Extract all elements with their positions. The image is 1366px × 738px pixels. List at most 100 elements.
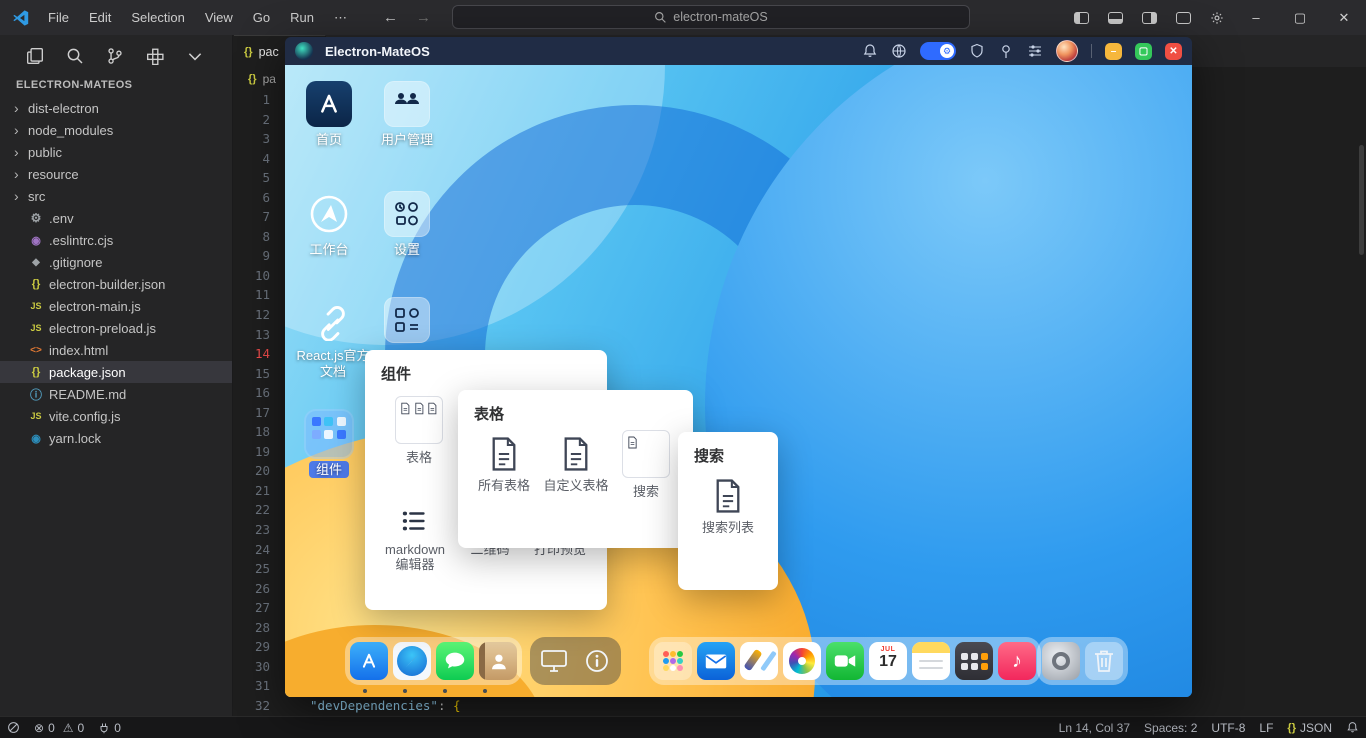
app-minimize-button[interactable]: – (1105, 42, 1122, 60)
tree-folder-resource[interactable]: › resource (0, 163, 232, 185)
menu-item-custom-table[interactable]: 自定义表格 (540, 436, 612, 493)
app-close-button[interactable]: ✕ (1165, 42, 1182, 60)
menu-item-search-list[interactable]: 搜索列表 (692, 478, 764, 535)
dock-mail-icon[interactable] (697, 642, 735, 680)
desktop-icon-misc[interactable] (365, 297, 449, 343)
menu-selection[interactable]: Selection (123, 7, 192, 29)
tree-file-readme-md[interactable]: ⓘ README.md (0, 383, 232, 405)
command-center-search[interactable]: electron-mateOS (452, 5, 970, 29)
js-file-icon: JS (30, 411, 42, 421)
desktop-icon-components[interactable]: 组件 (287, 411, 371, 478)
dock-launchpad-icon[interactable] (654, 642, 692, 680)
settings-gear-icon[interactable] (1200, 0, 1234, 35)
extensions-icon[interactable] (146, 47, 164, 65)
customize-layout-icon[interactable] (1166, 0, 1200, 35)
dock-appstore-icon[interactable] (350, 642, 388, 680)
toggle-secondary-sidebar-icon[interactable] (1132, 0, 1166, 35)
cursor-position[interactable]: Ln 14, Col 37 (1052, 717, 1137, 738)
dock-contacts-icon[interactable] (479, 642, 517, 680)
dock-messages-icon[interactable] (436, 642, 474, 680)
dock-music-icon[interactable]: ♪ (998, 642, 1036, 680)
tree-file-index-html[interactable]: <> index.html (0, 339, 232, 361)
theme-toggle[interactable]: ⚙ (920, 42, 956, 60)
code-line-32[interactable]: "devDependencies": { (280, 696, 461, 716)
shield-icon[interactable] (969, 43, 985, 59)
dock-calculator-icon[interactable] (955, 642, 993, 680)
close-button[interactable]: ✕ (1322, 0, 1366, 35)
dock-editor-pen-icon[interactable] (740, 642, 778, 680)
forward-arrow-icon[interactable]: → (416, 9, 431, 26)
dock-calendar-icon[interactable]: JUL 17 (869, 642, 907, 680)
desktop-icon-settings[interactable]: 设置 (365, 191, 449, 258)
dock-assistive-icon[interactable] (1042, 642, 1080, 680)
remote-indicator[interactable] (0, 717, 27, 738)
gear-file-icon: ⚙ (30, 211, 42, 225)
source-control-icon[interactable] (106, 47, 124, 65)
json-file-icon: {} (31, 278, 41, 290)
pin-icon[interactable] (998, 43, 1014, 59)
tree-file-vite-config-js[interactable]: JS vite.config.js (0, 405, 232, 427)
menu-item-markdown[interactable]: markdown编辑器 (377, 506, 453, 572)
sliders-icon[interactable] (1027, 43, 1043, 59)
indentation[interactable]: Spaces: 2 (1137, 717, 1204, 738)
tree-file-electron-preload-js[interactable]: JS electron-preload.js (0, 317, 232, 339)
minimize-button[interactable]: – (1234, 0, 1278, 35)
tree-file-package-json[interactable]: {} package.json (0, 361, 232, 383)
dock-info-icon[interactable] (578, 642, 616, 680)
ports-indicator[interactable]: 0 (91, 717, 128, 738)
menu-item-table[interactable]: 表格 (389, 396, 449, 465)
dock-trash-icon[interactable] (1085, 642, 1123, 680)
search-icon (655, 11, 667, 23)
tree-file-yarn-lock[interactable]: ◉ yarn.lock (0, 427, 232, 449)
user-management-icon (384, 81, 430, 127)
tree-folder-public[interactable]: › public (0, 141, 232, 163)
tree-file-env[interactable]: ⚙ .env (0, 207, 232, 229)
maximize-button[interactable]: ▢ (1278, 0, 1322, 35)
explorer-files-icon[interactable] (26, 47, 44, 65)
dock-facetime-icon[interactable] (826, 642, 864, 680)
breadcrumb[interactable]: {} pa (234, 67, 276, 90)
desktop-icon-workbench[interactable]: 工作台 (287, 191, 371, 258)
eol-sequence[interactable]: LF (1252, 717, 1280, 738)
dock-safari-icon[interactable] (393, 642, 431, 680)
dock-display-icon[interactable] (535, 642, 573, 680)
bell-icon[interactable] (862, 43, 878, 59)
menu-more[interactable]: ⋯ (326, 7, 355, 29)
toggle-panel-icon[interactable] (1098, 0, 1132, 35)
menu-view[interactable]: View (197, 7, 241, 29)
screen: { "vscode": { "titlebar": { "menus": ["F… (0, 0, 1366, 738)
menu-edit[interactable]: Edit (81, 7, 119, 29)
encoding[interactable]: UTF-8 (1204, 717, 1252, 738)
menu-file[interactable]: File (40, 7, 77, 29)
tree-folder-dist-electron[interactable]: › dist-electron (0, 97, 232, 119)
back-arrow-icon[interactable]: ← (383, 9, 398, 26)
search-icon[interactable] (66, 47, 84, 65)
dock-group-apps (345, 637, 522, 685)
tree-file-eslintrc[interactable]: ◉ .eslintrc.cjs (0, 229, 232, 251)
dock-notes-icon[interactable] (912, 642, 950, 680)
app-maximize-button[interactable]: ▢ (1135, 42, 1152, 60)
menu-item-all-tables[interactable]: 所有表格 (472, 436, 536, 493)
user-avatar[interactable] (1056, 40, 1078, 62)
language-mode[interactable]: {} JSON (1280, 717, 1339, 738)
tree-file-gitignore[interactable]: ◆ .gitignore (0, 251, 232, 273)
menu-go[interactable]: Go (245, 7, 278, 29)
language-globe-icon[interactable] (891, 43, 907, 59)
tree-folder-node-modules[interactable]: › node_modules (0, 119, 232, 141)
toggle-sidebar-icon[interactable] (1064, 0, 1098, 35)
notifications-bell[interactable] (1339, 717, 1366, 738)
desktop-icon-home[interactable]: 首页 (287, 81, 371, 148)
tree-folder-src[interactable]: › src (0, 185, 232, 207)
menu-run[interactable]: Run (282, 7, 322, 29)
tree-file-electron-builder-json[interactable]: {} electron-builder.json (0, 273, 232, 295)
problems-indicator[interactable]: ⊗ 0 ⚠ 0 (27, 717, 91, 738)
chevron-down-icon[interactable] (186, 47, 204, 65)
desktop-icon-users[interactable]: 用户管理 (365, 81, 449, 148)
tree-file-electron-main-js[interactable]: JS electron-main.js (0, 295, 232, 317)
menu-item-search-submenu[interactable]: 搜索 (616, 430, 676, 499)
dock-photos-icon[interactable] (783, 642, 821, 680)
running-indicators (363, 689, 487, 693)
menu-title: 表格 (474, 406, 505, 423)
editor-scrollbar[interactable] (1359, 145, 1364, 255)
explorer-section-title[interactable]: ELECTRON-MATEOS (0, 75, 232, 97)
